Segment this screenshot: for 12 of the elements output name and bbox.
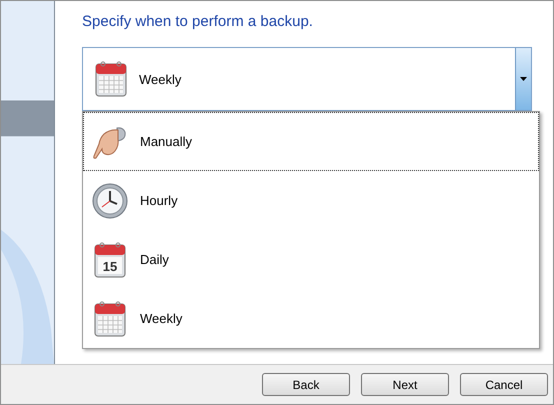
dropdown-option[interactable]: 15 Daily xyxy=(83,230,539,289)
dropdown-option[interactable]: Weekly xyxy=(83,289,539,348)
wizard-button[interactable]: Back xyxy=(262,373,350,396)
dropdown-option[interactable]: Manually xyxy=(83,112,539,171)
dropdown-option[interactable]: Hourly xyxy=(83,171,539,230)
dropdown-button[interactable] xyxy=(515,48,531,110)
wizard-button[interactable]: Next xyxy=(361,373,449,396)
heading: Specify when to perform a backup. xyxy=(82,13,314,30)
clock-icon xyxy=(90,180,130,220)
wizard-button[interactable]: Cancel xyxy=(460,373,548,396)
calendar-day-number: 15 xyxy=(102,258,118,274)
caret-icon xyxy=(520,77,527,81)
